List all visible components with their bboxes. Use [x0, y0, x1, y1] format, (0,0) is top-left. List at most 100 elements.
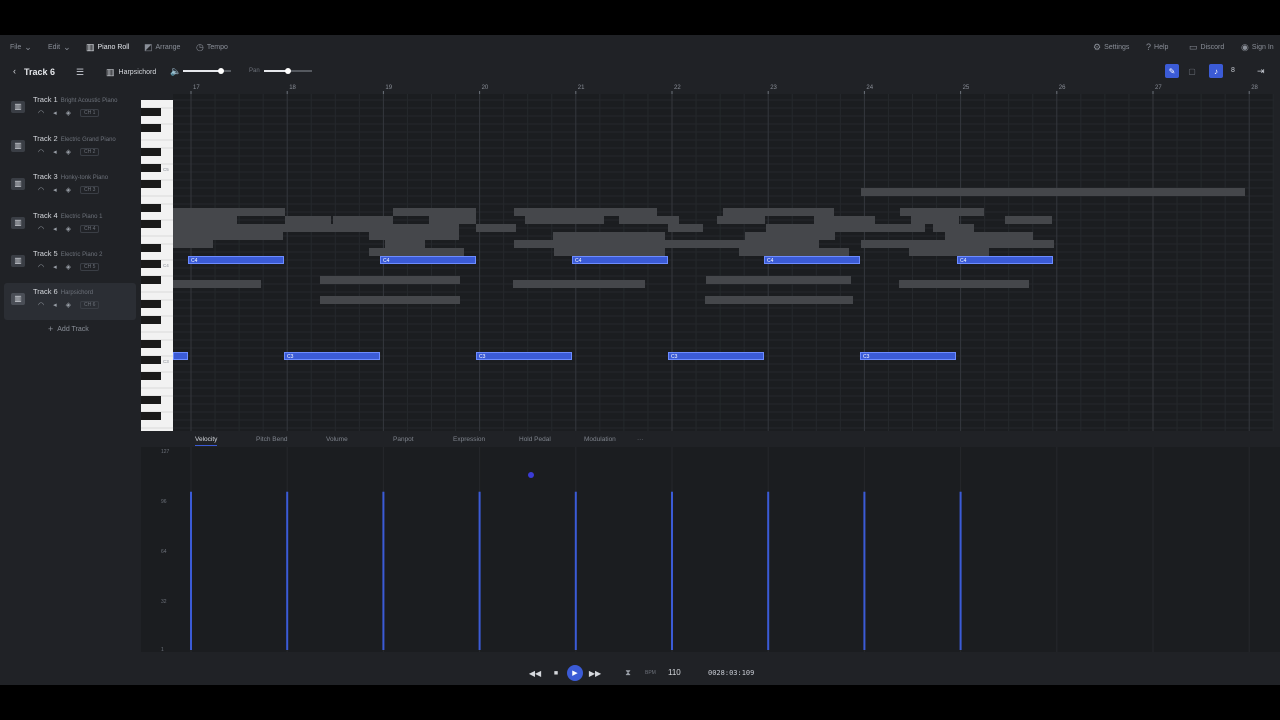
- speaker-icon[interactable]: ◂: [53, 186, 57, 194]
- tab-volume[interactable]: Volume: [326, 436, 348, 443]
- play-button[interactable]: ▶: [567, 665, 583, 681]
- black-key[interactable]: [141, 340, 161, 348]
- arrow-right-bar-icon[interactable]: ⇥: [1257, 67, 1265, 76]
- velocity-bar[interactable]: [190, 491, 192, 650]
- selected-note[interactable]: C3: [284, 352, 380, 360]
- black-key[interactable]: [141, 300, 161, 308]
- tab-tempo[interactable]: ◷ Tempo: [196, 43, 228, 52]
- selected-note[interactable]: C4: [188, 256, 284, 264]
- velocity-bar[interactable]: [863, 491, 866, 650]
- pan-slider-knob[interactable]: [285, 68, 291, 74]
- black-key[interactable]: [141, 276, 161, 284]
- tab-more[interactable]: ···: [637, 436, 644, 443]
- velocity-bar[interactable]: [478, 491, 481, 650]
- velocity-bar[interactable]: [959, 491, 962, 650]
- sign-in-button[interactable]: ◉ Sign In: [1241, 43, 1274, 52]
- background-note: [668, 224, 703, 232]
- black-key[interactable]: [141, 396, 161, 404]
- layers-icon[interactable]: ◈: [66, 148, 71, 156]
- layers-icon[interactable]: ◈: [66, 109, 71, 117]
- track-item-5[interactable]: ▥ Track 5 Electric Piano 2 ◠ ◂ ◈ CH 5: [4, 245, 136, 282]
- selected-note[interactable]: C3: [860, 352, 956, 360]
- layers-icon[interactable]: ◈: [66, 225, 71, 233]
- stop-button[interactable]: ■: [550, 666, 562, 680]
- headphones-icon[interactable]: ◠: [38, 186, 44, 194]
- tab-pitch-bend[interactable]: Pitch Bend: [256, 436, 287, 443]
- black-key[interactable]: [141, 244, 161, 252]
- pencil-tool-button[interactable]: ✎: [1165, 64, 1179, 78]
- velocity-bar[interactable]: [767, 491, 770, 650]
- headphones-icon[interactable]: ◠: [38, 109, 44, 117]
- tab-hold-pedal[interactable]: Hold Pedal: [519, 436, 551, 443]
- volume-icon[interactable]: 🔈: [170, 67, 181, 76]
- black-key[interactable]: [141, 164, 161, 172]
- tab-expression[interactable]: Expression: [453, 436, 485, 443]
- file-menu[interactable]: File ⌄: [10, 43, 32, 52]
- selected-note[interactable]: C4: [764, 256, 860, 264]
- bpm-value[interactable]: 110: [668, 668, 681, 677]
- quantize-button[interactable]: ♪: [1209, 64, 1223, 78]
- selected-note[interactable]: C4: [572, 256, 668, 264]
- headphones-icon[interactable]: ◠: [38, 263, 44, 271]
- layers-icon[interactable]: ◈: [66, 263, 71, 271]
- list-icon[interactable]: ☰: [76, 68, 84, 77]
- black-key[interactable]: [141, 220, 161, 228]
- tab-velocity[interactable]: Velocity: [195, 436, 218, 446]
- black-key[interactable]: [141, 372, 161, 380]
- help-button[interactable]: ? Help: [1146, 43, 1168, 52]
- speaker-icon[interactable]: ◂: [53, 263, 57, 271]
- velocity-bar[interactable]: [286, 491, 289, 650]
- speaker-icon[interactable]: ◂: [53, 301, 57, 309]
- note-grid[interactable]: C4 C4 C4 C4 C4 C3 C3 C3 C3: [173, 94, 1274, 431]
- back-icon[interactable]: ‹: [13, 67, 16, 76]
- select-tool-button[interactable]: ▢: [1185, 64, 1199, 78]
- selected-note[interactable]: C3: [476, 352, 572, 360]
- layers-icon[interactable]: ◈: [66, 186, 71, 194]
- tab-arrange[interactable]: ◩ Arrange: [144, 43, 180, 52]
- speaker-icon[interactable]: ◂: [53, 148, 57, 156]
- track-item-2[interactable]: ▥ Track 2 Electric Grand Piano ◠ ◂ ◈ CH 2: [4, 130, 136, 167]
- rewind-button[interactable]: ◀◀: [529, 666, 541, 680]
- settings-button[interactable]: ⚙ Settings: [1093, 43, 1129, 52]
- track-item-3[interactable]: ▥ Track 3 Honky-tonk Piano ◠ ◂ ◈ CH 3: [4, 168, 136, 205]
- velocity-bar[interactable]: [382, 491, 385, 650]
- volume-slider[interactable]: [183, 68, 231, 74]
- black-key[interactable]: [141, 356, 161, 364]
- selected-note[interactable]: C4: [380, 256, 476, 264]
- tab-panpot[interactable]: Panpot: [393, 436, 414, 443]
- selected-note[interactable]: [173, 352, 188, 360]
- selected-note[interactable]: C3: [668, 352, 764, 360]
- pan-slider[interactable]: [264, 68, 312, 74]
- discord-button[interactable]: ▭ Discord: [1189, 43, 1224, 52]
- track-item-4[interactable]: ▥ Track 4 Electric Piano 1 ◠ ◂ ◈ CH 4: [4, 207, 136, 244]
- speaker-icon[interactable]: ◂: [53, 109, 57, 117]
- velocity-bar[interactable]: [671, 491, 673, 650]
- headphones-icon[interactable]: ◠: [38, 148, 44, 156]
- velocity-bar[interactable]: [574, 491, 577, 650]
- selected-note[interactable]: C4: [957, 256, 1053, 264]
- fast-forward-button[interactable]: ▶▶: [589, 666, 601, 680]
- metronome-button[interactable]: ⧗: [622, 666, 634, 680]
- black-key[interactable]: [141, 180, 161, 188]
- black-key[interactable]: [141, 260, 161, 268]
- edit-menu[interactable]: Edit ⌄: [48, 43, 71, 52]
- track-item-6[interactable]: ▥ Track 6 Harpsichord ◠ ◂ ◈ CH 6: [4, 283, 136, 320]
- speaker-icon[interactable]: ◂: [53, 225, 57, 233]
- layers-icon[interactable]: ◈: [66, 301, 71, 309]
- black-key[interactable]: [141, 124, 161, 132]
- black-key[interactable]: [141, 204, 161, 212]
- black-key[interactable]: [141, 148, 161, 156]
- piano-keyboard[interactable]: C5 C4 C3: [141, 100, 173, 431]
- black-key[interactable]: [141, 412, 161, 420]
- instrument-selector[interactable]: ▥ Harpsichord: [106, 68, 156, 77]
- headphones-icon[interactable]: ◠: [38, 301, 44, 309]
- black-key[interactable]: [141, 316, 161, 324]
- velocity-lane[interactable]: 127 96 64 32 1: [141, 447, 1280, 653]
- headphones-icon[interactable]: ◠: [38, 225, 44, 233]
- volume-slider-knob[interactable]: [218, 68, 225, 74]
- add-track-button[interactable]: + Add Track: [48, 324, 89, 334]
- tab-modulation[interactable]: Modulation: [584, 436, 616, 443]
- track-item-1[interactable]: ▥ Track 1 Bright Acoustic Piano ◠ ◂ ◈ CH 1: [4, 91, 136, 128]
- tab-piano-roll[interactable]: ▥ Piano Roll: [86, 43, 129, 52]
- black-key[interactable]: [141, 108, 161, 116]
